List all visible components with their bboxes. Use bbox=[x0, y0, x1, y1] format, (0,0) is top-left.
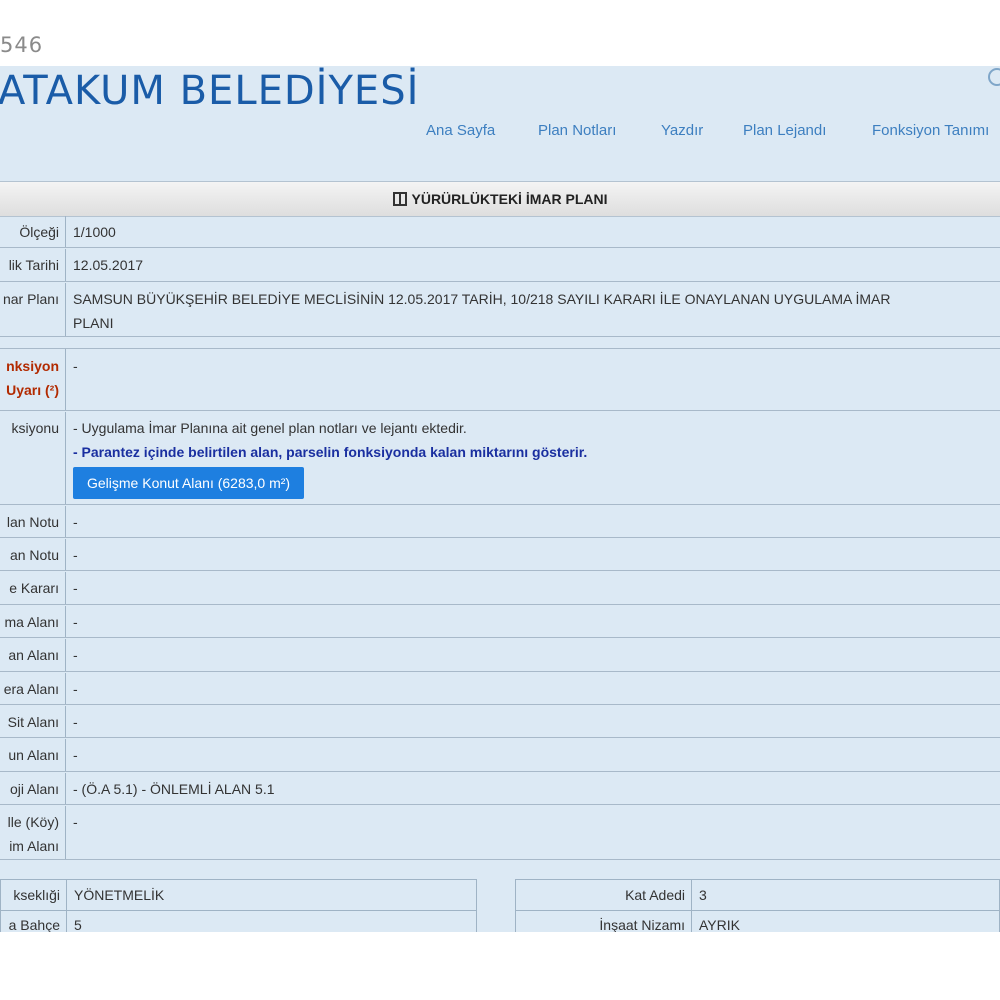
row-value: - bbox=[73, 547, 78, 563]
table-row: an Notu - bbox=[0, 539, 1000, 571]
table-row: era Alanı - bbox=[0, 673, 1000, 705]
table-row: lik Tarihi 12.05.2017 bbox=[0, 249, 1000, 282]
table-row: lan Notu - bbox=[0, 506, 1000, 538]
table-row: ksiyonu - Uygulama İmar Planına ait gene… bbox=[0, 412, 1000, 505]
row-label: kseklıği bbox=[1, 880, 67, 910]
table-row: Ölçeği 1/1000 bbox=[0, 216, 1000, 248]
table-row: ma Alanı - bbox=[0, 606, 1000, 638]
row-label: era Alanı bbox=[0, 673, 66, 704]
plan-info-panel: ATAKUM BELEDİYESİ Ana Sayfa Plan Notları… bbox=[0, 66, 1000, 932]
plan-description-line2: PLANI bbox=[73, 315, 114, 331]
nav-print[interactable]: Yazdır bbox=[661, 122, 703, 139]
table-row: an Alanı - bbox=[0, 639, 1000, 672]
nav-function-definition[interactable]: Fonksiyon Tanımı bbox=[872, 122, 989, 139]
settings-icon[interactable] bbox=[988, 68, 1000, 86]
book-icon bbox=[392, 192, 407, 206]
row-value: 5 bbox=[74, 917, 82, 932]
row-value: - Uygulama İmar Planına ait genel plan n… bbox=[66, 412, 1000, 504]
row-label: un Alanı bbox=[0, 739, 66, 771]
nav-home[interactable]: Ana Sayfa bbox=[426, 122, 495, 139]
row-value: 12.05.2017 bbox=[73, 257, 144, 273]
table-row: İnşaat Nizamı AYRIK bbox=[516, 910, 999, 932]
row-value: YÖNETMELİK bbox=[74, 887, 165, 903]
table-row: oji Alanı - (Ö.A 5.1) - ÖNLEMLİ ALAN 5.1 bbox=[0, 773, 1000, 805]
row-label: ksiyonu bbox=[0, 412, 66, 504]
row-value: - bbox=[73, 714, 78, 730]
row-label: a Bahçe bbox=[1, 910, 67, 932]
row-label: ma Alanı bbox=[0, 606, 66, 637]
plan-description-line1: SAMSUN BÜYÜKŞEHİR BELEDİYE MECLİSİNİN 12… bbox=[73, 291, 891, 307]
row-label: oji Alanı bbox=[0, 773, 66, 804]
table-row: Kat Adedi 3 bbox=[516, 880, 999, 911]
row-label: nar Planı bbox=[0, 283, 66, 336]
municipality-title: ATAKUM BELEDİYESİ bbox=[0, 68, 420, 114]
village-label-line2: im Alanı bbox=[9, 838, 59, 854]
function-area-button[interactable]: Gelişme Konut Alanı (6283,0 m²) bbox=[73, 467, 305, 499]
row-value: SAMSUN BÜYÜKŞEHİR BELEDİYE MECLİSİNİN 12… bbox=[66, 283, 1000, 336]
building-left-table: kseklıği YÖNETMELİK a Bahçe 5 bbox=[0, 879, 477, 932]
row-label: Ölçeği bbox=[0, 216, 66, 247]
building-right-table: Kat Adedi 3 İnşaat Nizamı AYRIK bbox=[515, 879, 1000, 932]
row-label: Sit Alanı bbox=[0, 706, 66, 737]
row-label: an Alanı bbox=[0, 639, 66, 671]
table-row: kseklıği YÖNETMELİK bbox=[1, 880, 476, 911]
table-row: nksiyon Uyarı (²) - bbox=[0, 348, 1000, 411]
section-header: YÜRÜRLÜKTEKİ İMAR PLANI bbox=[0, 181, 1000, 217]
row-label: İnşaat Nizamı bbox=[516, 910, 692, 932]
table-row: e Kararı - bbox=[0, 572, 1000, 605]
row-value: - bbox=[73, 681, 78, 697]
record-number: 546 bbox=[0, 33, 44, 57]
table-row: Sit Alanı - bbox=[0, 706, 1000, 738]
row-value: AYRIK bbox=[699, 917, 740, 932]
row-label: an Notu bbox=[0, 539, 66, 570]
function-label-line2: Uyarı (²) bbox=[6, 382, 59, 398]
row-value: 3 bbox=[699, 887, 707, 903]
nav-plan-legend[interactable]: Plan Lejandı bbox=[743, 122, 826, 139]
table-row: nar Planı SAMSUN BÜYÜKŞEHİR BELEDİYE MEC… bbox=[0, 283, 1000, 337]
row-label: lik Tarihi bbox=[0, 249, 66, 281]
section-title: YÜRÜRLÜKTEKİ İMAR PLANI bbox=[411, 191, 608, 207]
row-value: - bbox=[73, 514, 78, 530]
top-nav: Ana Sayfa Plan Notları Yazdır Plan Lejan… bbox=[0, 122, 1000, 146]
row-value: 1/1000 bbox=[73, 224, 116, 240]
village-label-line1: lle (Köy) bbox=[7, 814, 59, 830]
function-label-line1: nksiyon bbox=[6, 358, 59, 374]
row-label: Kat Adedi bbox=[516, 880, 692, 910]
table-row: un Alanı - bbox=[0, 739, 1000, 772]
row-value: - bbox=[73, 580, 78, 596]
table-row: a Bahçe 5 bbox=[1, 910, 476, 932]
row-label: lan Notu bbox=[0, 506, 66, 537]
function-note-bold: - Parantez içinde belirtilen alan, parse… bbox=[73, 444, 588, 460]
row-label: lle (Köy) im Alanı bbox=[0, 806, 66, 859]
row-value: - bbox=[73, 614, 78, 630]
row-value: - (Ö.A 5.1) - ÖNLEMLİ ALAN 5.1 bbox=[73, 781, 275, 797]
row-value: - bbox=[73, 358, 78, 374]
row-value: - bbox=[73, 814, 78, 830]
row-value: - bbox=[73, 747, 78, 763]
nav-plan-notes[interactable]: Plan Notları bbox=[538, 122, 616, 139]
table-row: lle (Köy) im Alanı - bbox=[0, 806, 1000, 860]
row-label: e Kararı bbox=[0, 572, 66, 604]
row-value: - bbox=[73, 647, 78, 663]
row-label: nksiyon Uyarı (²) bbox=[0, 349, 66, 410]
function-note: - Uygulama İmar Planına ait genel plan n… bbox=[73, 420, 467, 436]
